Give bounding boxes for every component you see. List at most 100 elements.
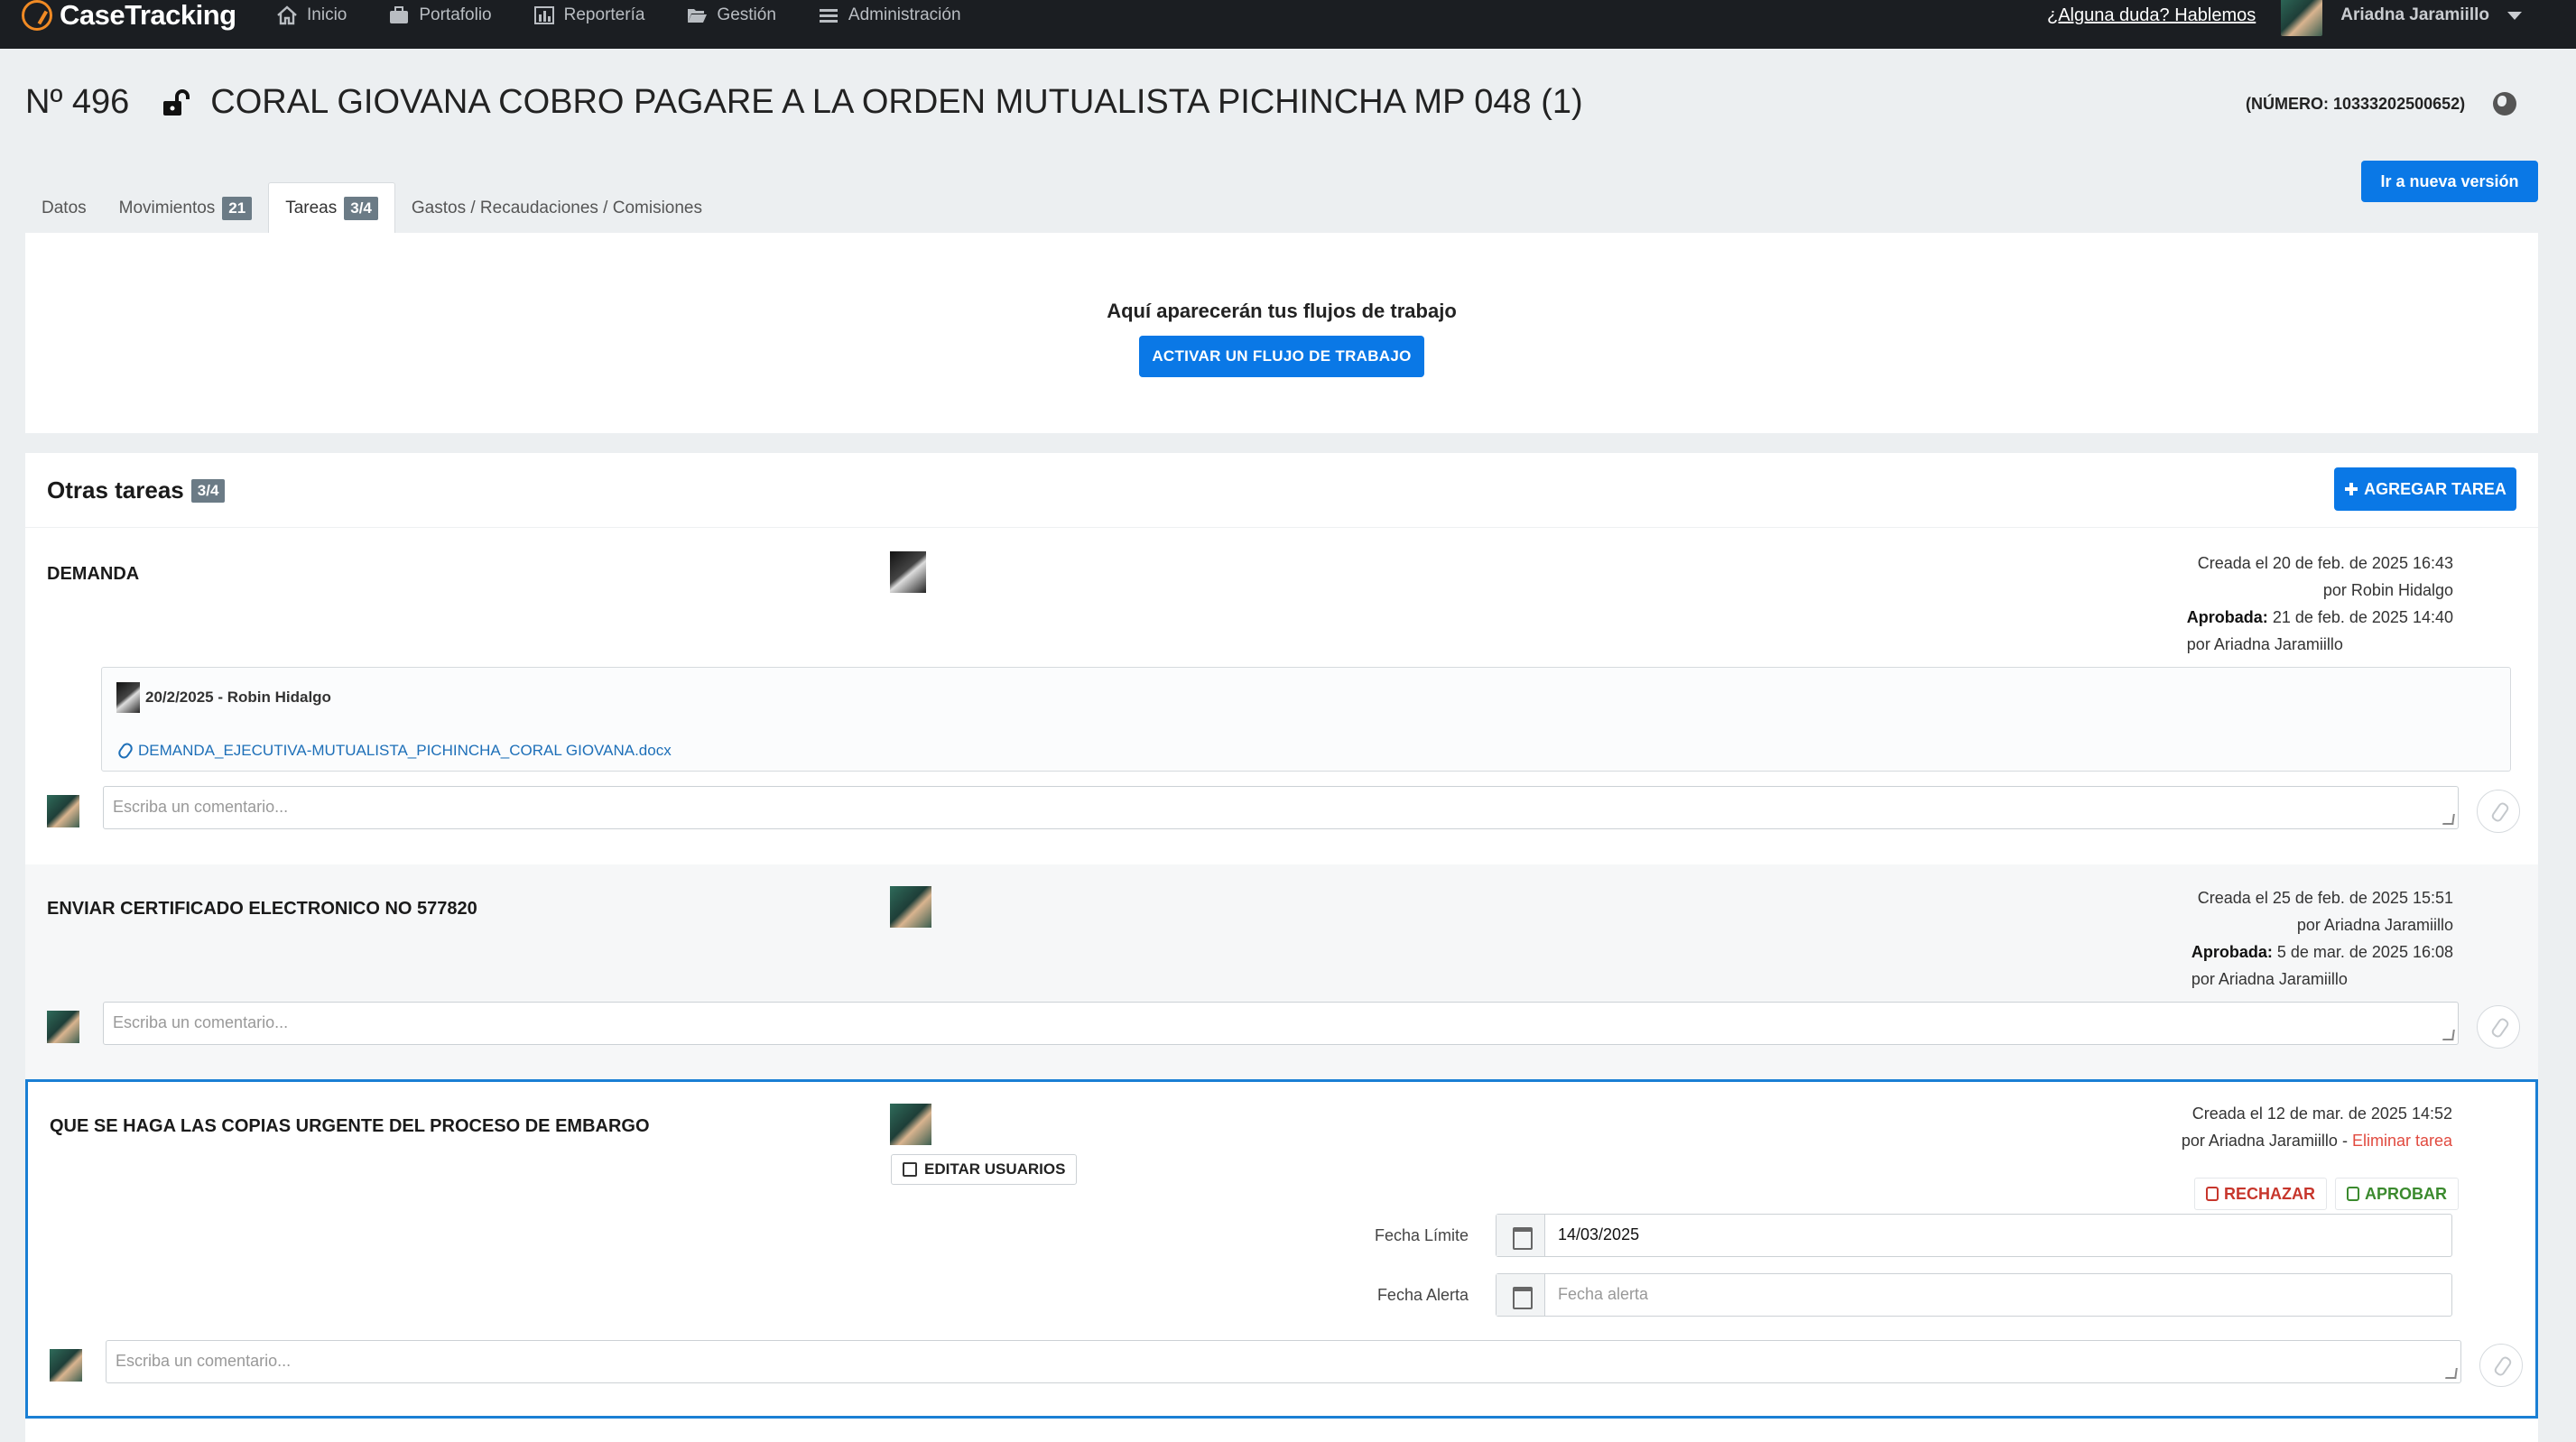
comment-row: Escriba un comentario... — [47, 786, 2520, 833]
nav-label: Reportería — [563, 5, 645, 24]
task-item-selected[interactable]: QUE SE HAGA LAS COPIAS URGENTE DEL PROCE… — [25, 1079, 2538, 1419]
comment-input[interactable]: Escriba un comentario... — [103, 1002, 2459, 1045]
comment-row: Escriba un comentario... — [47, 1002, 2520, 1049]
plus-icon — [2345, 483, 2358, 495]
add-task-label: AGREGAR TAREA — [2364, 479, 2507, 498]
created-date: Creada el 12 de mar. de 2025 14:52 — [2191, 1105, 2452, 1123]
brand[interactable]: CaseTracking — [22, 0, 236, 31]
tab-label: Movimientos — [118, 199, 216, 217]
nav-label: Inicio — [307, 5, 347, 24]
tasks-panel: Otras tareas 3/4 AGREGAR TAREA DEMANDA C… — [25, 453, 2538, 1442]
thumbs-down-icon — [2206, 1187, 2219, 1201]
created-date: Creada el 20 de feb. de 2025 16:43 — [2197, 554, 2453, 572]
approve-button[interactable]: APROBAR — [2335, 1178, 2460, 1210]
thumbs-up-icon — [2347, 1187, 2359, 1201]
user-avatar — [47, 795, 79, 827]
task-item: ENVIAR CERTIFICADO ELECTRONICO NO 577820… — [25, 864, 2538, 1079]
tab-datos[interactable]: Datos — [25, 184, 103, 233]
due-date-label: Fecha Límite — [1374, 1226, 1469, 1244]
chevron-down-icon — [2507, 11, 2522, 20]
user-avatar — [47, 1011, 79, 1043]
comment-header: 20/2/2025 - Robin Hidalgo — [116, 682, 331, 713]
briefcase-icon — [390, 6, 409, 23]
task-name: QUE SE HAGA LAS COPIAS URGENTE DEL PROCE… — [50, 1116, 650, 1136]
comment-input[interactable]: Escriba un comentario... — [106, 1340, 2461, 1383]
task-meta: Creada el 20 de feb. de 2025 16:43 por R… — [2187, 550, 2453, 658]
tab-movimientos[interactable]: Movimientos 21 — [103, 184, 269, 233]
tasks-title-text: Otras tareas — [47, 476, 184, 504]
calendar-icon[interactable] — [1496, 1215, 1545, 1256]
approved-date: 5 de mar. de 2025 16:08 — [2276, 943, 2453, 961]
author-avatar — [116, 682, 140, 713]
calendar-icon[interactable] — [1496, 1274, 1545, 1316]
activate-workflow-button[interactable]: ACTIVAR UN FLUJO DE TRABAJO — [1139, 336, 1424, 377]
attachment-link[interactable]: DEMANDA_EJECUTIVA-MUTUALISTA_PICHINCHA_C… — [116, 741, 672, 761]
nav-item-administracion[interactable]: Administración — [818, 5, 961, 25]
page-title: Nº 496 CORAL GIOVANA COBRO PAGARE A LA O… — [25, 83, 1583, 122]
add-task-button[interactable]: AGREGAR TAREA — [2334, 467, 2516, 511]
reject-label: RECHAZAR — [2224, 1184, 2315, 1203]
workflow-empty-text: Aquí aparecerán tus flujos de trabajo — [1107, 300, 1457, 322]
user-menu[interactable]: Ariadna Jaramiillo — [2281, 0, 2522, 36]
tab-label: Tareas — [285, 198, 338, 217]
comment-input[interactable]: Escriba un comentario... — [103, 786, 2459, 829]
attach-button[interactable] — [2477, 790, 2520, 833]
case-tabs: Datos Movimientos 21 Tareas 3/4 Gastos /… — [25, 182, 718, 233]
menu-icon — [819, 9, 838, 23]
brand-logo-icon — [22, 0, 52, 31]
workflow-panel: Aquí aparecerán tus flujos de trabajo AC… — [25, 233, 2538, 433]
comment-row: Escriba un comentario... — [50, 1340, 2523, 1387]
edit-icon — [903, 1162, 917, 1177]
paperclip-icon — [116, 741, 135, 761]
alert-date-field[interactable]: Fecha alerta — [1496, 1273, 2452, 1317]
home-icon — [277, 5, 297, 25]
reject-button[interactable]: RECHAZAR — [2194, 1178, 2327, 1210]
nav-item-portafolio[interactable]: Portafolio — [388, 5, 492, 25]
task-name: DEMANDA — [47, 564, 140, 584]
task-name: ENVIAR CERTIFICADO ELECTRONICO NO 577820 — [47, 899, 477, 919]
attach-button[interactable] — [2479, 1344, 2523, 1387]
nav-label: Portafolio — [419, 5, 492, 24]
nav-right: ¿Alguna duda? Hablemos Ariadna Jaramiill… — [2047, 0, 2522, 36]
tab-tareas[interactable]: Tareas 3/4 — [268, 182, 395, 233]
due-date-field[interactable]: 14/03/2025 — [1496, 1214, 2452, 1257]
help-link[interactable]: ¿Alguna duda? Hablemos — [2047, 5, 2256, 26]
comment-author-date: 20/2/2025 - Robin Hidalgo — [145, 689, 331, 706]
edit-users-button[interactable]: EDITAR USUARIOS — [891, 1154, 1078, 1185]
due-date-value[interactable]: 14/03/2025 — [1545, 1215, 2451, 1256]
top-navbar: CaseTracking Inicio Portafolio Reporterí… — [0, 0, 2576, 49]
tab-gastos[interactable]: Gastos / Recaudaciones / Comisiones — [395, 184, 718, 233]
user-name: Ariadna Jaramiillo — [2340, 5, 2489, 24]
assignee-avatar — [890, 1104, 931, 1145]
task-meta: Creada el 25 de feb. de 2025 15:51 por A… — [2191, 884, 2453, 993]
nav-label: Administración — [848, 5, 961, 24]
new-version-button[interactable]: Ir a nueva versión — [2361, 161, 2538, 202]
created-date: Creada el 25 de feb. de 2025 15:51 — [2197, 889, 2453, 907]
tab-label: Datos — [42, 199, 87, 217]
edit-users-label: EDITAR USUARIOS — [924, 1160, 1066, 1178]
count-badge: 3/4 — [344, 196, 378, 220]
case-prefix: Nº 496 — [25, 83, 130, 121]
approved-by: por Ariadna Jaramiillo — [2191, 970, 2348, 988]
user-avatar — [50, 1349, 82, 1382]
brand-name: CaseTracking — [60, 0, 236, 31]
approved-date: 21 de feb. de 2025 14:40 — [2272, 608, 2453, 626]
unlock-icon[interactable] — [162, 88, 190, 117]
approve-label: APROBAR — [2365, 1184, 2448, 1203]
nav-item-gestion[interactable]: Gestión — [686, 5, 776, 25]
approved-by: por Ariadna Jaramiillo — [2186, 635, 2343, 653]
delete-task-link[interactable]: Eliminar tarea — [2352, 1132, 2452, 1150]
alert-date-input[interactable]: Fecha alerta — [1545, 1274, 2451, 1316]
attach-button[interactable] — [2477, 1005, 2520, 1049]
case-title-text: CORAL GIOVANA COBRO PAGARE A LA ORDEN MU… — [210, 83, 1583, 121]
alert-date-label: Fecha Alerta — [1376, 1286, 1469, 1304]
tasks-title: Otras tareas 3/4 — [47, 476, 226, 504]
globe-icon[interactable] — [2493, 92, 2516, 116]
nav-item-reporteria[interactable]: Reportería — [533, 5, 645, 25]
nav-item-inicio[interactable]: Inicio — [276, 5, 347, 25]
attachment-filename: DEMANDA_EJECUTIVA-MUTUALISTA_PICHINCHA_C… — [138, 742, 672, 759]
created-by: por Ariadna Jaramiillo — [2296, 916, 2453, 934]
created-by: por Robin Hidalgo — [2322, 581, 2453, 599]
main-nav: Inicio Portafolio Reportería Gestión Adm… — [276, 0, 1003, 31]
count-badge: 21 — [222, 197, 253, 220]
